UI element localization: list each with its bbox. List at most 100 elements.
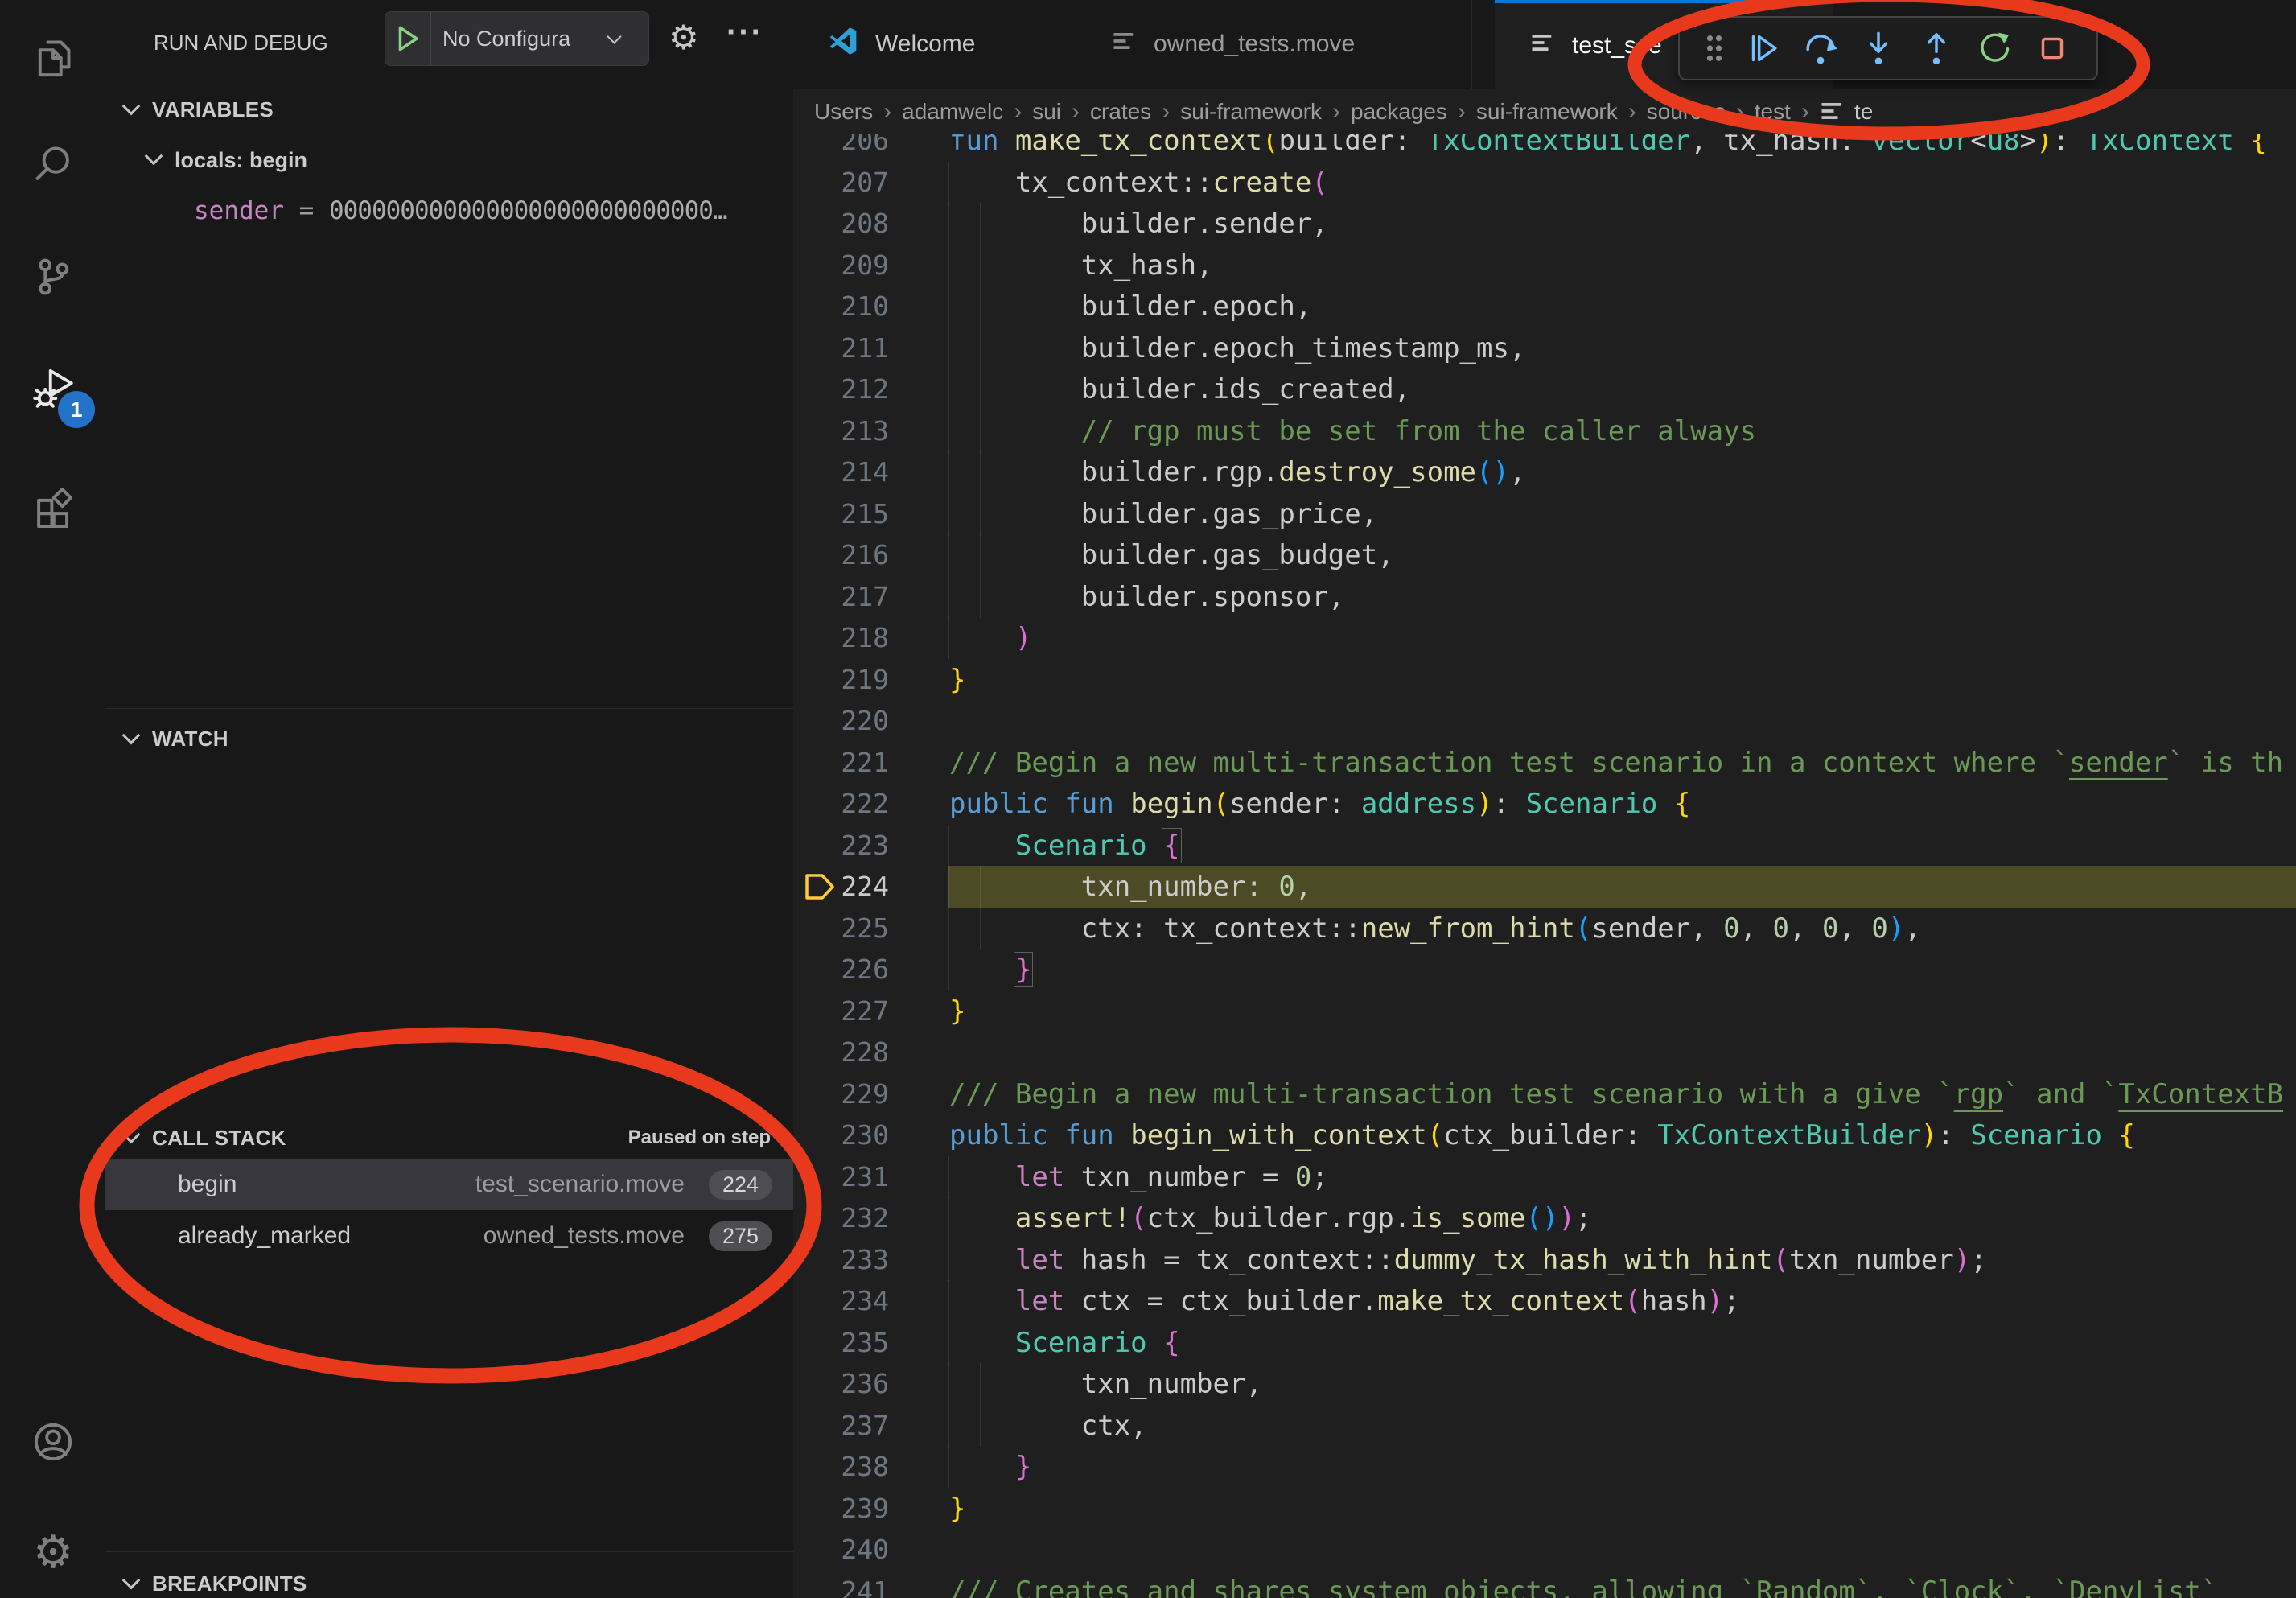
call-stack-frame-already_marked[interactable]: already_markedowned_tests.move275 bbox=[105, 1210, 793, 1262]
breadcrumb-file[interactable]: te bbox=[1854, 99, 1873, 125]
line-number[interactable]: 233 bbox=[793, 1239, 889, 1281]
breadcrumb-item[interactable]: sui bbox=[1032, 99, 1061, 125]
line-number[interactable]: 236 bbox=[793, 1363, 889, 1405]
line-number[interactable]: 207 bbox=[793, 162, 889, 204]
tab-owned_tests.move[interactable]: owned_tests.move bbox=[1076, 0, 1472, 89]
activity-item-extensions[interactable] bbox=[18, 472, 88, 542]
launch-config-dropdown[interactable]: No Configura bbox=[385, 11, 649, 66]
watch-section-header[interactable]: WATCH bbox=[105, 716, 793, 761]
code-line-233[interactable]: 233let hash = tx_context::dummy_tx_hash_… bbox=[793, 1239, 2296, 1281]
code-line-212[interactable]: 212builder.ids_created, bbox=[793, 369, 2296, 410]
start-debug-icon[interactable] bbox=[385, 12, 431, 65]
breakpoints-section-header[interactable]: BREAKPOINTS bbox=[105, 1561, 793, 1598]
line-number[interactable]: 209 bbox=[793, 245, 889, 286]
line-number[interactable]: 240 bbox=[793, 1529, 889, 1571]
gear-icon[interactable]: ⚙ bbox=[669, 18, 699, 57]
code-line-207[interactable]: 207tx_context::create( bbox=[793, 162, 2296, 204]
activity-item-source-control[interactable] bbox=[18, 241, 88, 312]
line-number[interactable]: 221 bbox=[793, 742, 889, 784]
breadcrumb-item[interactable]: adamwelc bbox=[902, 99, 1003, 125]
code-line-224[interactable]: 224txn_number: 0, bbox=[793, 866, 2296, 908]
restart-icon[interactable] bbox=[1965, 18, 2023, 79]
code-line-228[interactable]: 228 bbox=[793, 1032, 2296, 1073]
breadcrumb-item[interactable]: sui-framework bbox=[1476, 99, 1618, 125]
code-line-225[interactable]: 225ctx: tx_context::new_from_hint(sender… bbox=[793, 908, 2296, 949]
code-line-211[interactable]: 211builder.epoch_timestamp_ms, bbox=[793, 327, 2296, 369]
stop-icon[interactable] bbox=[2023, 18, 2081, 79]
line-number[interactable]: 235 bbox=[793, 1322, 889, 1364]
activity-item-search[interactable] bbox=[18, 129, 88, 200]
line-number[interactable]: 219 bbox=[793, 659, 889, 701]
code-line-218[interactable]: 218) bbox=[793, 617, 2296, 659]
code-line-221[interactable]: 221/// Begin a new multi-transaction tes… bbox=[793, 742, 2296, 784]
code-line-229[interactable]: 229/// Begin a new multi-transaction tes… bbox=[793, 1073, 2296, 1115]
code-line-232[interactable]: 232assert!(ctx_builder.rgp.is_some()); bbox=[793, 1197, 2296, 1239]
code-line-222[interactable]: 222public fun begin(sender: address): Sc… bbox=[793, 783, 2296, 825]
line-number[interactable]: 218 bbox=[793, 617, 889, 659]
line-number[interactable]: 231 bbox=[793, 1156, 889, 1198]
code-line-238[interactable]: 238} bbox=[793, 1446, 2296, 1488]
variables-scope[interactable]: locals: begin bbox=[175, 148, 307, 173]
line-number[interactable]: 238 bbox=[793, 1446, 889, 1488]
activity-item-explorer[interactable] bbox=[18, 23, 88, 93]
code-line-215[interactable]: 215builder.gas_price, bbox=[793, 493, 2296, 535]
code-line-234[interactable]: 234let ctx = ctx_builder.make_tx_context… bbox=[793, 1280, 2296, 1322]
code-line-230[interactable]: 230public fun begin_with_context(ctx_bui… bbox=[793, 1114, 2296, 1156]
line-number[interactable]: 215 bbox=[793, 493, 889, 535]
line-number[interactable]: 230 bbox=[793, 1114, 889, 1156]
line-number[interactable]: 214 bbox=[793, 451, 889, 493]
line-number[interactable]: 212 bbox=[793, 369, 889, 410]
code-line-209[interactable]: 209tx_hash, bbox=[793, 245, 2296, 286]
activity-item-account[interactable] bbox=[18, 1406, 88, 1477]
line-number[interactable]: 223 bbox=[793, 825, 889, 867]
code-line-220[interactable]: 220 bbox=[793, 700, 2296, 742]
breadcrumb-item[interactable]: Users bbox=[814, 99, 873, 125]
code-line-208[interactable]: 208builder.sender, bbox=[793, 203, 2296, 245]
line-number[interactable]: 222 bbox=[793, 783, 889, 825]
code-line-241[interactable]: 241/// Creates and shares system objects… bbox=[793, 1571, 2296, 1598]
line-number[interactable]: 227 bbox=[793, 991, 889, 1032]
line-number[interactable]: 234 bbox=[793, 1280, 889, 1322]
code-line-226[interactable]: 226} bbox=[793, 949, 2296, 991]
line-number[interactable]: 241 bbox=[793, 1571, 889, 1598]
line-number[interactable]: 225 bbox=[793, 908, 889, 949]
activity-item-settings[interactable]: ⚙ bbox=[18, 1518, 88, 1588]
code-line-210[interactable]: 210builder.epoch, bbox=[793, 286, 2296, 327]
breadcrumb-item[interactable]: sui-framework bbox=[1180, 99, 1322, 125]
line-number[interactable]: 210 bbox=[793, 286, 889, 327]
code-line-239[interactable]: 239} bbox=[793, 1488, 2296, 1530]
code-line-240[interactable]: 240 bbox=[793, 1529, 2296, 1571]
step-out-icon[interactable] bbox=[1907, 18, 1965, 79]
code-line-216[interactable]: 216builder.gas_budget, bbox=[793, 534, 2296, 576]
code-line-214[interactable]: 214builder.rgp.destroy_some(), bbox=[793, 451, 2296, 493]
line-number[interactable]: 213 bbox=[793, 410, 889, 452]
breadcrumb-item[interactable]: packages bbox=[1351, 99, 1447, 125]
activity-item-run-and-debug[interactable]: 1 bbox=[18, 352, 88, 423]
line-number[interactable]: 239 bbox=[793, 1488, 889, 1530]
line-number[interactable]: 216 bbox=[793, 534, 889, 576]
code-line-237[interactable]: 237ctx, bbox=[793, 1405, 2296, 1447]
code-line-223[interactable]: 223Scenario { bbox=[793, 825, 2296, 867]
line-number[interactable]: 237 bbox=[793, 1405, 889, 1447]
code-line-227[interactable]: 227} bbox=[793, 991, 2296, 1032]
continue-icon[interactable] bbox=[1734, 18, 1792, 79]
line-number[interactable]: 232 bbox=[793, 1197, 889, 1239]
line-number[interactable]: 208 bbox=[793, 203, 889, 245]
code-line-236[interactable]: 236txn_number, bbox=[793, 1363, 2296, 1405]
line-number[interactable]: 217 bbox=[793, 576, 889, 618]
code-line-213[interactable]: 213// rgp must be set from the caller al… bbox=[793, 410, 2296, 452]
line-number[interactable]: 226 bbox=[793, 949, 889, 991]
step-over-icon[interactable] bbox=[1792, 18, 1850, 79]
line-number[interactable]: 224 bbox=[793, 866, 889, 908]
code-line-235[interactable]: 235Scenario { bbox=[793, 1322, 2296, 1364]
variables-section-header[interactable]: VARIABLES bbox=[105, 87, 793, 132]
call-stack-frame-begin[interactable]: begintest_scenario.move224 bbox=[105, 1159, 793, 1210]
tab-Welcome[interactable]: Welcome bbox=[793, 0, 1076, 89]
code-line-217[interactable]: 217builder.sponsor, bbox=[793, 576, 2296, 618]
line-number[interactable]: 229 bbox=[793, 1073, 889, 1115]
more-actions-icon[interactable]: ··· bbox=[726, 14, 763, 51]
step-into-icon[interactable] bbox=[1850, 18, 1907, 79]
code-line-219[interactable]: 219} bbox=[793, 659, 2296, 701]
breadcrumb-item[interactable]: sources bbox=[1647, 99, 1726, 125]
line-number[interactable]: 228 bbox=[793, 1032, 889, 1073]
